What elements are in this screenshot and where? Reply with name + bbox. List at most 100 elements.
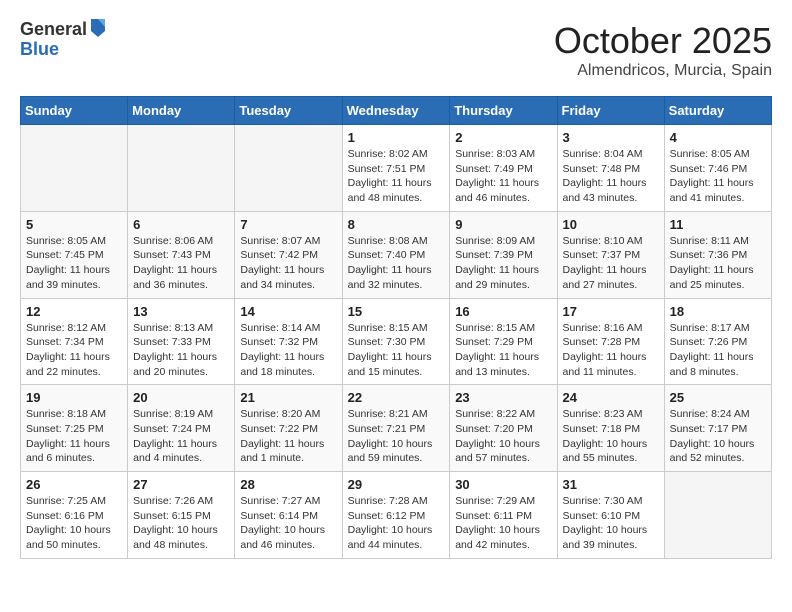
day-number: 12 bbox=[26, 304, 122, 319]
day-number: 18 bbox=[670, 304, 766, 319]
calendar-week-row: 12Sunrise: 8:12 AM Sunset: 7:34 PM Dayli… bbox=[21, 298, 772, 385]
day-info: Sunrise: 8:18 AM Sunset: 7:25 PM Dayligh… bbox=[26, 407, 122, 466]
calendar-week-row: 19 Sunrise: 8:18 AM Sunset: 7:25 PM Dayli… bbox=[21, 385, 772, 472]
day-info: Sunrise: 7:29 AM Sunset: 6:11 PM Dayligh… bbox=[455, 494, 551, 553]
weekday-header: Wednesday bbox=[342, 97, 450, 125]
day-info: Sunrise: 8:04 AM Sunset: 7:48 PM Dayligh… bbox=[563, 147, 659, 206]
day-info: Sunrise: 8:16 AM Sunset: 7:28 PM Dayligh… bbox=[563, 321, 659, 380]
calendar-cell: 28 Sunrise: 7:27 AM Sunset: 6:14 PM Dayli… bbox=[235, 472, 342, 559]
logo-general: General bbox=[20, 20, 87, 40]
calendar-cell: 13Sunrise: 8:13 AM Sunset: 7:33 PM Dayli… bbox=[128, 298, 235, 385]
logo: General Blue bbox=[20, 20, 107, 60]
day-info: Sunrise: 7:26 AM Sunset: 6:15 PM Dayligh… bbox=[133, 494, 229, 553]
day-number: 7 bbox=[240, 217, 336, 232]
calendar-cell: 15Sunrise: 8:15 AM Sunset: 7:30 PM Dayli… bbox=[342, 298, 450, 385]
day-number: 5 bbox=[26, 217, 122, 232]
weekday-header: Saturday bbox=[664, 97, 771, 125]
day-number: 16 bbox=[455, 304, 551, 319]
day-info: Sunrise: 7:28 AM Sunset: 6:12 PM Dayligh… bbox=[348, 494, 445, 553]
day-number: 24 bbox=[563, 390, 659, 405]
day-info: Sunrise: 8:05 AM Sunset: 7:45 PM Dayligh… bbox=[26, 234, 122, 293]
day-number: 20 bbox=[133, 390, 229, 405]
calendar-cell: 19 Sunrise: 8:18 AM Sunset: 7:25 PM Dayli… bbox=[21, 385, 128, 472]
calendar-cell bbox=[128, 125, 235, 212]
calendar-cell: 31 Sunrise: 7:30 AM Sunset: 6:10 PM Dayli… bbox=[557, 472, 664, 559]
calendar-cell: 10 Sunrise: 8:10 AM Sunset: 7:37 PM Dayli… bbox=[557, 211, 664, 298]
calendar-cell: 25 Sunrise: 8:24 AM Sunset: 7:17 PM Dayli… bbox=[664, 385, 771, 472]
calendar-cell bbox=[664, 472, 771, 559]
day-number: 19 bbox=[26, 390, 122, 405]
calendar-cell: 16 Sunrise: 8:15 AM Sunset: 7:29 PM Dayli… bbox=[450, 298, 557, 385]
day-number: 1 bbox=[348, 130, 445, 145]
day-info: Sunrise: 8:07 AM Sunset: 7:42 PM Dayligh… bbox=[240, 234, 336, 293]
day-number: 3 bbox=[563, 130, 659, 145]
calendar-cell: 1Sunrise: 8:02 AM Sunset: 7:51 PM Daylig… bbox=[342, 125, 450, 212]
day-info: Sunrise: 8:23 AM Sunset: 7:18 PM Dayligh… bbox=[563, 407, 659, 466]
calendar-header: SundayMondayTuesdayWednesdayThursdayFrid… bbox=[21, 97, 772, 125]
day-info: Sunrise: 8:24 AM Sunset: 7:17 PM Dayligh… bbox=[670, 407, 766, 466]
day-number: 10 bbox=[563, 217, 659, 232]
calendar-cell: 11 Sunrise: 8:11 AM Sunset: 7:36 PM Dayli… bbox=[664, 211, 771, 298]
weekday-row: SundayMondayTuesdayWednesdayThursdayFrid… bbox=[21, 97, 772, 125]
calendar-week-row: 1Sunrise: 8:02 AM Sunset: 7:51 PM Daylig… bbox=[21, 125, 772, 212]
day-number: 6 bbox=[133, 217, 229, 232]
day-number: 29 bbox=[348, 477, 445, 492]
day-info: Sunrise: 8:13 AM Sunset: 7:33 PM Dayligh… bbox=[133, 321, 229, 380]
calendar-cell: 30 Sunrise: 7:29 AM Sunset: 6:11 PM Dayli… bbox=[450, 472, 557, 559]
day-number: 9 bbox=[455, 217, 551, 232]
day-info: Sunrise: 8:19 AM Sunset: 7:24 PM Dayligh… bbox=[133, 407, 229, 466]
day-info: Sunrise: 8:15 AM Sunset: 7:30 PM Dayligh… bbox=[348, 321, 445, 380]
weekday-header: Monday bbox=[128, 97, 235, 125]
day-number: 31 bbox=[563, 477, 659, 492]
calendar-week-row: 5 Sunrise: 8:05 AM Sunset: 7:45 PM Daylig… bbox=[21, 211, 772, 298]
day-info: Sunrise: 8:10 AM Sunset: 7:37 PM Dayligh… bbox=[563, 234, 659, 293]
day-info: Sunrise: 8:03 AM Sunset: 7:49 PM Dayligh… bbox=[455, 147, 551, 206]
page-header: General Blue October 2025 Almendricos, M… bbox=[20, 20, 772, 80]
calendar-cell: 4Sunrise: 8:05 AM Sunset: 7:46 PM Daylig… bbox=[664, 125, 771, 212]
day-number: 23 bbox=[455, 390, 551, 405]
day-info: Sunrise: 8:14 AM Sunset: 7:32 PM Dayligh… bbox=[240, 321, 336, 380]
day-number: 2 bbox=[455, 130, 551, 145]
day-number: 30 bbox=[455, 477, 551, 492]
day-number: 26 bbox=[26, 477, 122, 492]
day-info: Sunrise: 8:08 AM Sunset: 7:40 PM Dayligh… bbox=[348, 234, 445, 293]
calendar-cell: 5 Sunrise: 8:05 AM Sunset: 7:45 PM Daylig… bbox=[21, 211, 128, 298]
calendar-cell: 14 Sunrise: 8:14 AM Sunset: 7:32 PM Dayli… bbox=[235, 298, 342, 385]
day-info: Sunrise: 8:21 AM Sunset: 7:21 PM Dayligh… bbox=[348, 407, 445, 466]
calendar-cell: 17Sunrise: 8:16 AM Sunset: 7:28 PM Dayli… bbox=[557, 298, 664, 385]
month-title: October 2025 bbox=[554, 20, 772, 62]
logo-blue: Blue bbox=[20, 40, 107, 60]
calendar-cell: 22 Sunrise: 8:21 AM Sunset: 7:21 PM Dayli… bbox=[342, 385, 450, 472]
day-number: 22 bbox=[348, 390, 445, 405]
calendar-cell bbox=[235, 125, 342, 212]
calendar-cell: 18Sunrise: 8:17 AM Sunset: 7:26 PM Dayli… bbox=[664, 298, 771, 385]
weekday-header: Sunday bbox=[21, 97, 128, 125]
calendar-cell: 27Sunrise: 7:26 AM Sunset: 6:15 PM Dayli… bbox=[128, 472, 235, 559]
calendar-week-row: 26Sunrise: 7:25 AM Sunset: 6:16 PM Dayli… bbox=[21, 472, 772, 559]
calendar-cell bbox=[21, 125, 128, 212]
day-info: Sunrise: 8:05 AM Sunset: 7:46 PM Dayligh… bbox=[670, 147, 766, 206]
calendar-cell: 7 Sunrise: 8:07 AM Sunset: 7:42 PM Daylig… bbox=[235, 211, 342, 298]
weekday-header: Thursday bbox=[450, 97, 557, 125]
calendar-cell: 3 Sunrise: 8:04 AM Sunset: 7:48 PM Daylig… bbox=[557, 125, 664, 212]
logo-icon bbox=[89, 17, 107, 39]
calendar-cell: 26Sunrise: 7:25 AM Sunset: 6:16 PM Dayli… bbox=[21, 472, 128, 559]
day-number: 11 bbox=[670, 217, 766, 232]
day-info: Sunrise: 7:27 AM Sunset: 6:14 PM Dayligh… bbox=[240, 494, 336, 553]
day-info: Sunrise: 8:22 AM Sunset: 7:20 PM Dayligh… bbox=[455, 407, 551, 466]
day-info: Sunrise: 8:06 AM Sunset: 7:43 PM Dayligh… bbox=[133, 234, 229, 293]
day-info: Sunrise: 8:11 AM Sunset: 7:36 PM Dayligh… bbox=[670, 234, 766, 293]
day-info: Sunrise: 7:30 AM Sunset: 6:10 PM Dayligh… bbox=[563, 494, 659, 553]
logo-text: General Blue bbox=[20, 20, 107, 60]
calendar-cell: 6 Sunrise: 8:06 AM Sunset: 7:43 PM Daylig… bbox=[128, 211, 235, 298]
weekday-header: Friday bbox=[557, 97, 664, 125]
calendar-body: 1Sunrise: 8:02 AM Sunset: 7:51 PM Daylig… bbox=[21, 125, 772, 559]
day-number: 8 bbox=[348, 217, 445, 232]
calendar-cell: 8 Sunrise: 8:08 AM Sunset: 7:40 PM Daylig… bbox=[342, 211, 450, 298]
calendar-cell: 20 Sunrise: 8:19 AM Sunset: 7:24 PM Dayli… bbox=[128, 385, 235, 472]
calendar-cell: 12Sunrise: 8:12 AM Sunset: 7:34 PM Dayli… bbox=[21, 298, 128, 385]
day-number: 28 bbox=[240, 477, 336, 492]
day-number: 25 bbox=[670, 390, 766, 405]
day-info: Sunrise: 8:15 AM Sunset: 7:29 PM Dayligh… bbox=[455, 321, 551, 380]
day-number: 14 bbox=[240, 304, 336, 319]
